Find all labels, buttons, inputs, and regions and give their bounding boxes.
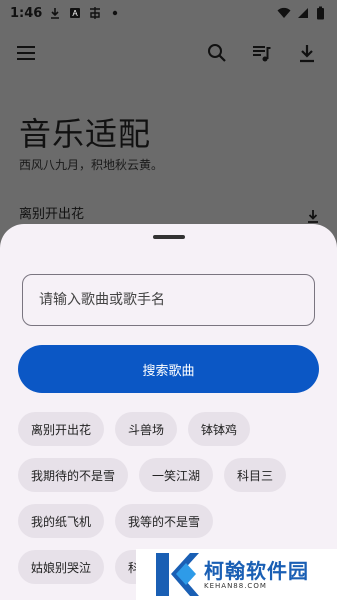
search-bottom-sheet: 搜索歌曲 离别开出花 斗兽场 钵钵鸡 我期待的不是雪 一笑江湖 科目三 我的纸飞… — [0, 224, 337, 600]
suggestion-chip[interactable]: 我期待的不是雪 — [18, 458, 129, 492]
wifi-icon — [277, 6, 291, 20]
suggestion-chip[interactable]: 钵钵鸡 — [188, 412, 251, 446]
battery-icon — [313, 6, 327, 20]
app-bar — [0, 30, 337, 76]
watermark-domain: KEHAN88.COM — [204, 581, 267, 590]
status-bar: 1:46 A — [0, 0, 337, 26]
search-songs-button[interactable]: 搜索歌曲 — [18, 345, 319, 393]
svg-text:A: A — [73, 9, 79, 18]
watermark-logo-icon — [150, 549, 200, 600]
suggestion-chip[interactable]: 离别开出花 — [18, 412, 105, 446]
download-icon[interactable] — [306, 208, 320, 223]
page-title: 音乐适配 — [19, 115, 152, 153]
drag-handle[interactable] — [153, 235, 185, 239]
page-subtitle: 西风八九月，积地秋云黄。 — [19, 158, 164, 172]
menu-icon[interactable] — [14, 41, 38, 65]
app-a-icon: A — [68, 6, 82, 20]
chip-row: 离别开出花 斗兽场 钵钵鸡 — [18, 412, 323, 446]
suggestion-chip[interactable]: 姑娘别哭泣 — [18, 550, 105, 584]
signal-icon — [295, 6, 309, 20]
download-icon — [48, 6, 62, 20]
download-icon[interactable] — [295, 41, 319, 65]
chip-row: 我的纸飞机 我等的不是雪 — [18, 504, 323, 538]
watermark: 柯翰软件园 KEHAN88.COM — [136, 549, 337, 600]
search-icon[interactable] — [205, 41, 229, 65]
queue-music-icon[interactable] — [250, 41, 274, 65]
status-time: 1:46 — [10, 5, 43, 21]
suggestion-chip[interactable]: 一笑江湖 — [139, 458, 214, 492]
chip-row: 我期待的不是雪 一笑江湖 科目三 — [18, 458, 323, 492]
app-b-icon — [88, 6, 102, 20]
suggestion-chip[interactable]: 科目三 — [224, 458, 287, 492]
search-input[interactable] — [22, 274, 315, 326]
suggestion-chip[interactable]: 斗兽场 — [115, 412, 178, 446]
song-list-item-title[interactable]: 离别开出花 — [19, 203, 84, 222]
watermark-name: 柯翰软件园 — [204, 558, 309, 583]
dot-icon — [108, 6, 122, 20]
suggestion-chip[interactable]: 我等的不是雪 — [115, 504, 214, 538]
suggestion-chip[interactable]: 我的纸飞机 — [18, 504, 105, 538]
